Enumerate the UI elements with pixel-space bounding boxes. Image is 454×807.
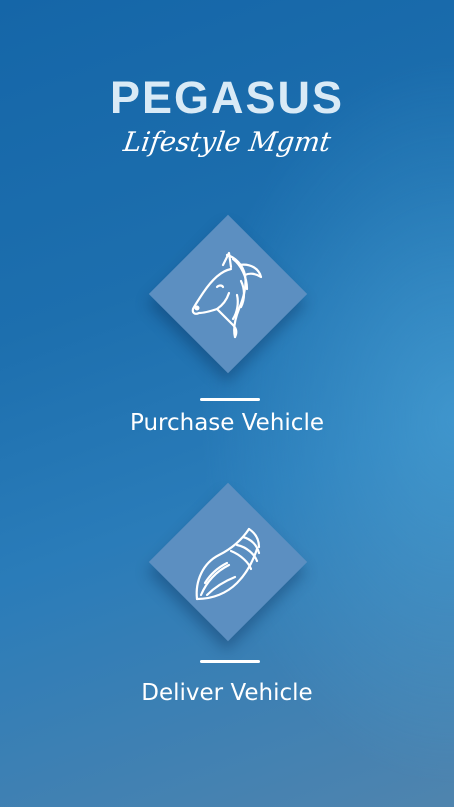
brand-title: PEGASUS [109,72,345,123]
deliver-vehicle-button[interactable]: Deliver Vehicle [0,478,454,718]
purchase-divider [200,398,260,401]
app-header: PEGASUS Lifestyle Mgmt [0,72,454,160]
wing-icon [177,511,277,611]
purchase-vehicle-label[interactable]: Purchase Vehicle [0,410,454,436]
brand-subtitle: Lifestyle Mgmt [121,127,333,158]
purchase-vehicle-button[interactable]: Purchase Vehicle [0,210,454,450]
deliver-divider [200,660,260,663]
horse-head-icon [177,243,277,343]
deliver-vehicle-label[interactable]: Deliver Vehicle [0,680,454,706]
